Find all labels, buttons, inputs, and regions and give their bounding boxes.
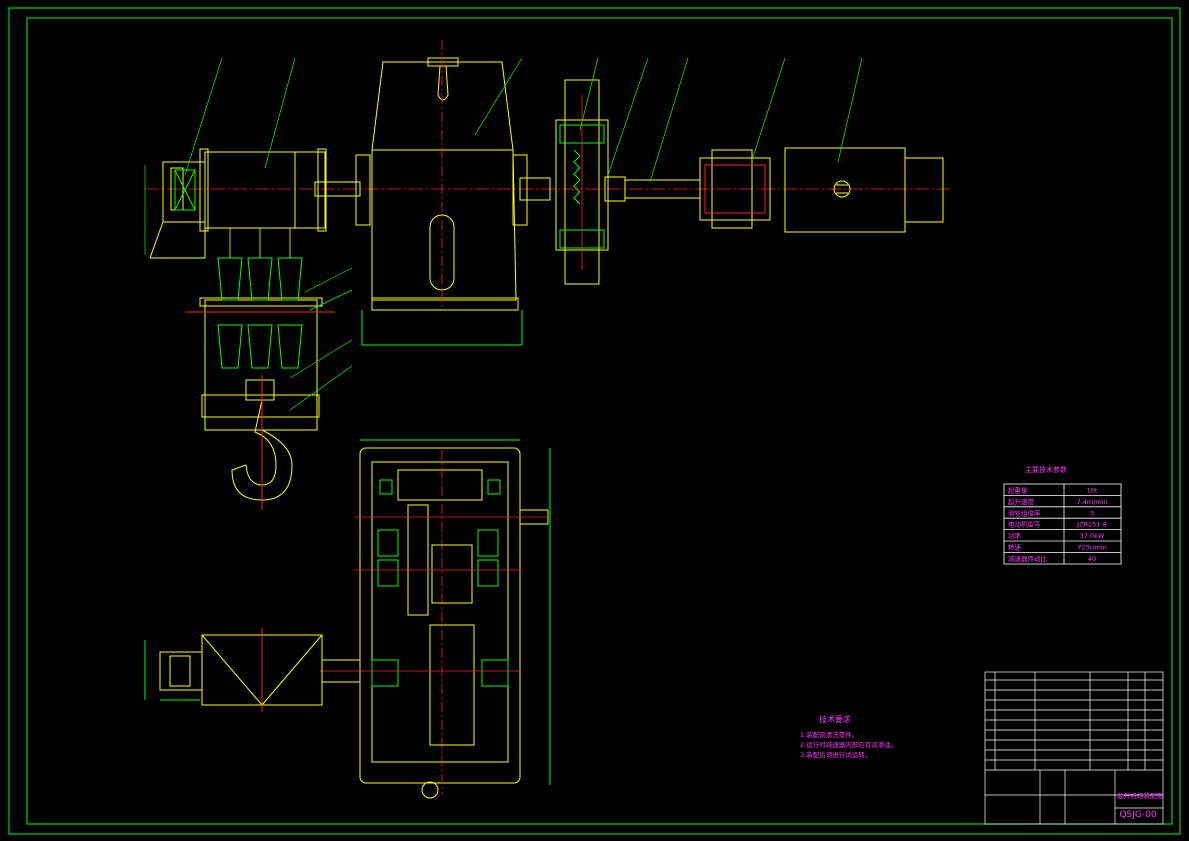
params-table-rows: 起重量 10t 起升速度 7.4m/min 滑轮组倍率 3 电动机型号 JZR2… <box>1008 487 1108 563</box>
tech-requirement-item: 2.运行时减速器内部应有润滑油。 <box>800 740 897 749</box>
tech-requirement-item: 3.装配后须进行试运转。 <box>800 750 871 759</box>
drum-coupling <box>314 154 371 226</box>
reducer-gears <box>407 504 475 746</box>
param-label: 滑轮组倍率 <box>1008 508 1041 517</box>
elevation-view <box>144 40 950 346</box>
param-value: 3 <box>1090 509 1094 517</box>
drawing-name: 起升机构装配图 <box>1117 791 1163 800</box>
cad-drawing-canvas: 主要技术参数 起重量 10t 起升速度 7.4m/min 滑轮组倍率 3 电动机… <box>8 7 1181 835</box>
drum-bearing-section <box>174 169 196 211</box>
plan-view <box>144 439 551 799</box>
param-value: 37.0kW <box>1080 532 1105 540</box>
param-value: 40 <box>1088 555 1096 563</box>
param-value: 10t <box>1087 487 1098 495</box>
param-label: 起重量 <box>1008 487 1028 495</box>
param-value: 723r/min <box>1077 544 1107 552</box>
tech-requirement-item: 1.装配前清洗零件。 <box>800 730 858 739</box>
drum-plan <box>144 628 323 712</box>
rope-lines <box>229 228 291 258</box>
param-value: JZR251-8 <box>1076 521 1107 529</box>
param-label: 电动机型号 <box>1008 520 1041 529</box>
hook-block <box>185 228 353 510</box>
tech-requirements-title: 技术要求 <box>819 714 851 724</box>
params-table-title: 主要技术参数 <box>1025 465 1067 474</box>
param-label: 功率 <box>1008 531 1022 540</box>
param-label: 转速 <box>1008 543 1022 552</box>
motor <box>784 147 944 233</box>
reducer-plan <box>321 439 551 799</box>
reducer-elevation <box>361 40 551 346</box>
param-label: 减速器传动比 <box>1008 554 1048 563</box>
drum <box>199 148 327 232</box>
part-leaders <box>184 57 863 183</box>
title-block <box>984 671 1164 825</box>
reducer-bearings <box>371 479 509 687</box>
param-label: 起升速度 <box>1008 497 1035 506</box>
param-value: 7.4m/min <box>1076 498 1107 506</box>
hook-sheaves <box>217 257 303 369</box>
drawing-number: QSJG-00 <box>1119 810 1156 820</box>
reducer-shaft-lines <box>320 516 550 672</box>
